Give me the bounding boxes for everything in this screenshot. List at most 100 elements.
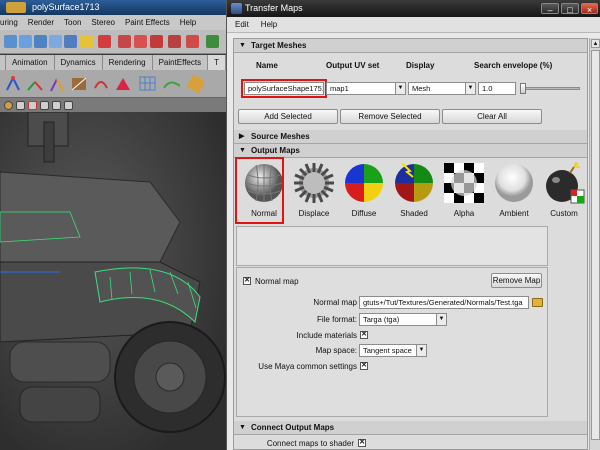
connect-maps-checkbox[interactable]: ✕ — [358, 439, 366, 447]
window-menubar: Edit Help — [227, 17, 600, 33]
map-tile-shaded[interactable]: Shaded — [387, 159, 441, 223]
close-button[interactable]: × — [581, 3, 598, 15]
isolate-icon[interactable] — [28, 101, 37, 110]
window-app-icon — [231, 3, 242, 14]
menu-help[interactable]: Help — [261, 20, 277, 29]
display-dropdown[interactable]: Mesh ▼ — [408, 82, 476, 95]
viewport-panel-toolbar — [0, 98, 226, 112]
map-tile-normal[interactable]: Normal — [237, 159, 291, 223]
alpha-map-checker-icon — [444, 163, 484, 203]
toggle-icon[interactable] — [206, 35, 219, 48]
map-tile-displace[interactable]: Displace — [287, 159, 341, 223]
maya-menu-stereo[interactable]: Stereo — [91, 18, 115, 27]
map-space-dropdown[interactable]: Tangent space ▼ — [359, 344, 427, 357]
shelf-tab-dynamics[interactable]: Dynamics — [54, 55, 103, 70]
chevron-down-icon: ▼ — [436, 314, 446, 325]
shelf-tab-painteffects[interactable]: PaintEffects — [152, 55, 209, 70]
history-icon[interactable] — [98, 35, 111, 48]
chevron-down-icon: ▼ — [395, 83, 405, 94]
clear-all-button[interactable]: Clear All — [442, 109, 542, 124]
search-envelope-field[interactable]: 1.0 — [478, 82, 516, 95]
wire-deformer-icon[interactable] — [186, 74, 204, 94]
snap-grid-icon[interactable] — [34, 35, 47, 48]
normal-map-checkbox[interactable]: ✕ — [243, 277, 251, 285]
connect-output-maps-header[interactable]: ▼ Connect Output Maps — [234, 421, 587, 435]
shelf-tab-rendering[interactable]: Rendering — [102, 55, 153, 70]
ik-spline-icon[interactable] — [48, 74, 66, 94]
cluster-icon[interactable] — [162, 74, 180, 94]
slider-handle[interactable] — [520, 83, 526, 94]
add-selected-button[interactable]: Add Selected — [238, 109, 338, 124]
file-format-dropdown[interactable]: Targa (tga) ▼ — [359, 313, 447, 326]
paint-weights-icon[interactable] — [92, 74, 110, 94]
maximize-button[interactable]: □ — [561, 3, 579, 15]
camera-icon[interactable] — [52, 101, 61, 110]
window-titlebar[interactable]: Transfer Maps – □ × — [227, 0, 600, 17]
connect-output-maps-title: Connect Output Maps — [251, 423, 335, 432]
render-icon[interactable] — [118, 35, 131, 48]
xray-icon[interactable] — [40, 101, 49, 110]
skin-bind-icon[interactable] — [70, 74, 88, 94]
ik-handle-icon[interactable] — [26, 74, 44, 94]
map-tile-custom[interactable]: Custom — [537, 159, 591, 223]
lattice-icon[interactable] — [138, 74, 156, 94]
map-label-displace: Displace — [298, 209, 330, 218]
folder-browse-icon[interactable] — [532, 298, 543, 307]
normal-map-path-field[interactable]: gtuts+/Tut/Textures/Generated/Normals/Te… — [359, 296, 529, 309]
grid-toggle-icon[interactable] — [64, 101, 73, 110]
shading-ball-icon[interactable] — [4, 101, 13, 110]
maya-menu-toon[interactable]: Toon — [64, 18, 81, 27]
connect-maps-label: Connect maps to shader — [266, 439, 354, 448]
menu-edit[interactable]: Edit — [235, 20, 249, 29]
shelf-tab-toon[interactable]: T — [208, 55, 226, 70]
map-label-ambient: Ambient — [499, 209, 529, 218]
maya-logo-icon — [6, 2, 26, 13]
magnet-icon[interactable] — [80, 35, 93, 48]
scroll-up-icon[interactable]: ▲ — [591, 39, 600, 48]
vertical-scrollbar[interactable]: ▲ — [589, 38, 600, 450]
minimize-button[interactable]: – — [541, 3, 559, 15]
collapse-arrow-icon: ▼ — [239, 147, 246, 154]
maya-menu-help[interactable]: Help — [180, 18, 196, 27]
move-tool-icon[interactable] — [19, 35, 32, 48]
smooth-bind-icon[interactable] — [114, 74, 132, 94]
map-list-panel — [236, 226, 548, 266]
transfer-maps-body: ▼ Target Meshes Name Output UV set Displ… — [233, 38, 588, 450]
snap-point-icon[interactable] — [64, 35, 77, 48]
maya-menu-rigging[interactable]: uring — [0, 18, 18, 27]
collapse-arrow-icon: ▼ — [239, 42, 246, 49]
hypershade-icon[interactable] — [168, 35, 181, 48]
target-mesh-name-field[interactable]: polySurfaceShape1751 — [244, 82, 324, 95]
map-tile-alpha[interactable]: Alpha — [437, 159, 491, 223]
render-settings-icon[interactable] — [150, 35, 163, 48]
map-tile-ambient[interactable]: Ambient — [487, 159, 541, 223]
maya-menu-paint-effects[interactable]: Paint Effects — [125, 18, 170, 27]
wireframe-icon[interactable] — [16, 101, 25, 110]
remove-selected-button[interactable]: Remove Selected — [340, 109, 440, 124]
select-tool-icon[interactable] — [4, 35, 17, 48]
maya-menu-render[interactable]: Render — [28, 18, 54, 27]
file-format-label: File format: — [316, 315, 357, 324]
joint-tool-icon[interactable] — [4, 74, 22, 94]
remove-map-button[interactable]: Remove Map — [491, 273, 542, 288]
uv-set-dropdown[interactable]: map1 ▼ — [326, 82, 406, 95]
shelf-tab-animation[interactable]: Animation — [5, 55, 55, 70]
ipr-render-icon[interactable] — [134, 35, 147, 48]
viewport-3d[interactable] — [0, 112, 226, 450]
map-tile-diffuse[interactable]: Diffuse — [337, 159, 391, 223]
output-maps-header[interactable]: ▼ Output Maps — [234, 144, 587, 158]
include-materials-label: Include materials — [296, 331, 357, 340]
snap-curve-icon[interactable] — [49, 35, 62, 48]
search-envelope-slider[interactable] — [520, 87, 580, 90]
render-view-icon[interactable] — [186, 35, 199, 48]
map-label-alpha: Alpha — [453, 209, 475, 218]
target-meshes-header[interactable]: ▼ Target Meshes — [234, 39, 587, 53]
scrollbar-thumb[interactable] — [591, 50, 600, 440]
include-materials-checkbox[interactable]: ✕ — [360, 331, 368, 339]
source-meshes-header[interactable]: ▶ Source Meshes — [234, 130, 587, 144]
normal-map-sphere-icon — [245, 164, 283, 202]
use-common-settings-checkbox[interactable]: ✕ — [360, 362, 368, 370]
output-maps-title: Output Maps — [251, 146, 300, 155]
maya-main-window: polySurface1713 uring Render Toon Stereo… — [0, 0, 226, 450]
map-label-normal: Normal — [251, 209, 277, 218]
